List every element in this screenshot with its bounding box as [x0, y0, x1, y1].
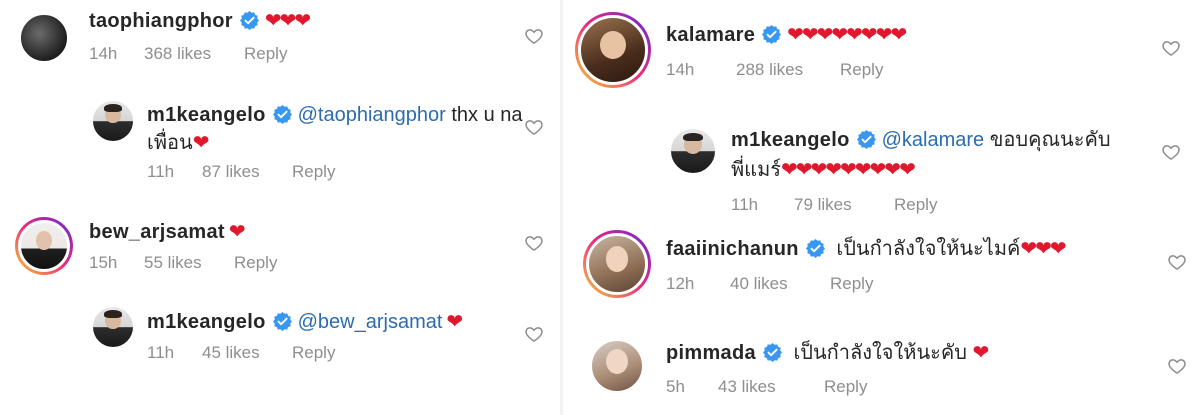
verified-badge-icon — [762, 25, 781, 44]
verified-badge-icon — [273, 105, 292, 124]
mention-link[interactable]: @taophiangphor — [298, 104, 446, 126]
username[interactable]: faaiinichanun — [666, 238, 799, 260]
username[interactable]: bew_arjsamat — [89, 221, 225, 243]
comment-hearts: ❤ — [446, 311, 463, 333]
like-heart-icon[interactable] — [1167, 356, 1187, 376]
likes-count[interactable]: 87 likes — [202, 162, 292, 182]
verified-badge-icon — [763, 343, 782, 362]
username[interactable]: pimmada — [666, 342, 756, 364]
comment-time: 14h — [89, 44, 118, 63]
comment-text: เป็นกำลังใจให้นะไมค์ — [830, 238, 1021, 260]
comment-text: เป็นกำลังใจให้นะคับ — [787, 342, 973, 364]
reply-button[interactable]: Reply — [830, 274, 873, 294]
comment-hearts: ❤❤❤ — [1020, 238, 1066, 260]
reply-button[interactable]: Reply — [824, 377, 867, 397]
comment-time: 11h — [147, 162, 175, 181]
comment-hearts: ❤❤❤❤❤❤❤❤ — [787, 24, 907, 46]
like-heart-icon[interactable] — [524, 233, 544, 253]
comment-time: 12h — [666, 274, 695, 293]
comments-column-left: taophiangphor ❤❤❤ 14h 368 likes Reply m1kea… — [0, 0, 560, 415]
comment-text-line2: พี่แมร์ — [731, 159, 781, 181]
comment-text-line2: เพื่อน — [147, 132, 193, 154]
comment-time: 15h — [89, 253, 118, 272]
comments-column-right: kalamare ❤❤❤❤❤❤❤❤ 14h 288 likes Reply m1kea… — [560, 0, 1200, 415]
verified-badge-icon — [806, 239, 825, 258]
avatar[interactable] — [589, 338, 645, 394]
like-heart-icon[interactable] — [1161, 38, 1181, 58]
comment-text: ขอบคุณนะคับ — [984, 129, 1111, 151]
username[interactable]: kalamare — [666, 24, 755, 46]
like-heart-icon[interactable] — [524, 324, 544, 344]
likes-count[interactable]: 45 likes — [202, 343, 292, 363]
reply-button[interactable]: Reply — [840, 60, 883, 80]
like-heart-icon[interactable] — [1161, 142, 1181, 162]
likes-count[interactable]: 368 likes — [144, 44, 244, 64]
avatar[interactable] — [90, 304, 136, 350]
avatar[interactable] — [18, 12, 70, 64]
comment-time: 11h — [147, 343, 175, 362]
mention-link[interactable]: @bew_arjsamat — [298, 311, 443, 333]
avatar[interactable] — [583, 230, 651, 298]
mention-link[interactable]: @kalamare — [882, 129, 985, 151]
reply-button[interactable]: Reply — [292, 343, 335, 363]
verified-badge-icon — [240, 11, 259, 30]
comment-time: 14h — [666, 60, 695, 79]
username[interactable]: m1keangelo — [147, 104, 266, 126]
comment-hearts: ❤ — [228, 221, 246, 243]
likes-count[interactable]: 55 likes — [144, 253, 234, 273]
comment-time: 11h — [731, 195, 759, 214]
comment-hearts: ❤ — [972, 342, 990, 364]
likes-count[interactable]: 43 likes — [718, 377, 824, 397]
likes-count[interactable]: 40 likes — [730, 274, 830, 294]
username[interactable]: taophiangphor — [89, 10, 233, 32]
reply-button[interactable]: Reply — [234, 253, 277, 273]
verified-badge-icon — [273, 312, 292, 331]
reply-button[interactable]: Reply — [292, 162, 335, 182]
comment-hearts: ❤❤❤❤❤❤❤❤❤ — [781, 159, 916, 181]
avatar[interactable] — [668, 126, 718, 176]
comment-text: thx u na — [445, 104, 523, 126]
reply-button[interactable]: Reply — [894, 195, 937, 215]
comment-hearts: ❤❤❤ — [264, 10, 311, 32]
like-heart-icon[interactable] — [524, 117, 544, 137]
like-heart-icon[interactable] — [1167, 252, 1187, 272]
like-heart-icon[interactable] — [524, 26, 544, 46]
avatar[interactable] — [90, 98, 136, 144]
likes-count[interactable]: 79 likes — [794, 195, 894, 215]
likes-count[interactable]: 288 likes — [736, 60, 840, 80]
avatar[interactable] — [15, 217, 73, 275]
username[interactable]: m1keangelo — [147, 311, 266, 333]
username[interactable]: m1keangelo — [731, 129, 850, 151]
avatar[interactable] — [575, 12, 651, 88]
verified-badge-icon — [857, 130, 876, 149]
comment-hearts: ❤ — [192, 132, 210, 154]
comment-time: 5h — [666, 377, 685, 396]
reply-button[interactable]: Reply — [244, 44, 287, 64]
